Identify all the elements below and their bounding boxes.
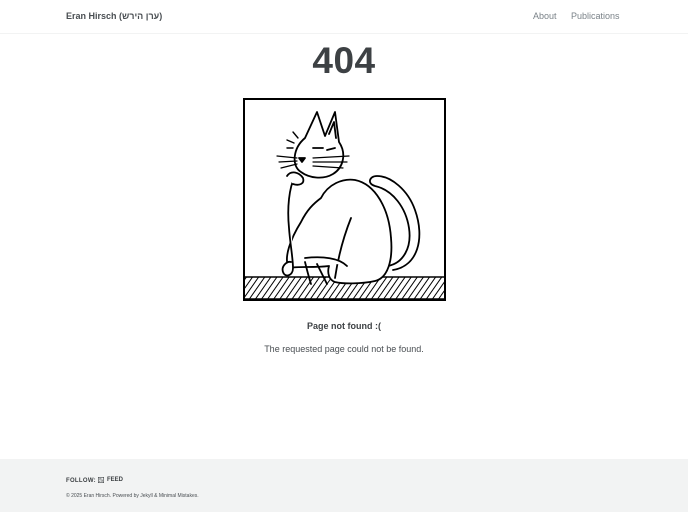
- page-not-found-message: The requested page could not be found.: [264, 344, 424, 354]
- nav-link-about[interactable]: About: [533, 11, 557, 21]
- page-footer: FOLLOW: FEED © 2025 Eran Hirsch. Powered…: [0, 459, 688, 512]
- feed-label: FEED: [107, 477, 124, 483]
- thinking-cat-illustration: [243, 98, 446, 301]
- page-not-found-title: Page not found :(: [307, 321, 381, 331]
- feed-link[interactable]: FEED: [98, 477, 123, 483]
- masthead: Eran Hirsch (ערן הירש) About Publication…: [0, 0, 688, 34]
- copyright-text: © 2025 Eran Hirsch. Powered by Jekyll & …: [66, 493, 199, 499]
- error-code-heading: 404: [312, 40, 376, 81]
- rss-icon: [98, 477, 104, 483]
- site-title-link[interactable]: Eran Hirsch (ערן הירש): [66, 11, 162, 21]
- follow-label: FOLLOW:: [66, 478, 96, 484]
- nav-link-publications[interactable]: Publications: [571, 11, 620, 21]
